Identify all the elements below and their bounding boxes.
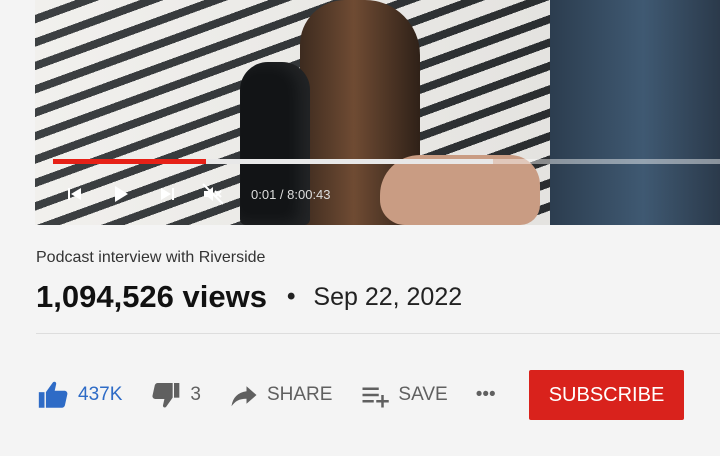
- video-page: 0:01 / 8:00:43 Podcast interview with Ri…: [0, 0, 720, 456]
- like-button[interactable]: 437K: [36, 378, 122, 412]
- next-icon: [161, 188, 174, 200]
- previous-button[interactable]: [63, 182, 87, 206]
- share-label: SHARE: [266, 384, 333, 405]
- play-icon: [115, 186, 128, 202]
- divider: [36, 333, 720, 334]
- share-button[interactable]: SHARE: [229, 380, 332, 410]
- subscribe-label: SUBSCRIBE: [548, 383, 665, 406]
- save-button[interactable]: SAVE: [360, 380, 448, 410]
- video-subject-hand: [380, 155, 540, 225]
- action-bar: 437K 3 SHARE SAVE •••: [36, 371, 524, 419]
- share-icon: [231, 386, 257, 407]
- subscribe-button[interactable]: SUBSCRIBE: [529, 370, 684, 420]
- publish-date: Sep 22, 2022: [313, 282, 463, 311]
- video-subtitle: Podcast interview with Riverside: [36, 249, 266, 266]
- save-icon: [362, 387, 390, 408]
- mute-button[interactable]: [201, 182, 225, 206]
- stats-separator: •: [286, 283, 296, 310]
- next-button[interactable]: [155, 182, 179, 206]
- muted-icon: [202, 183, 224, 205]
- thumbs-down-icon: [152, 383, 180, 408]
- view-count: 1,094,526 views: [36, 279, 267, 314]
- like-count: 437K: [78, 384, 123, 405]
- dislike-count: 3: [190, 384, 201, 405]
- video-frame-right: [550, 0, 720, 225]
- thumbs-up-icon: [38, 381, 68, 408]
- more-button[interactable]: •••: [476, 384, 496, 406]
- time-display: 0:01 / 8:00:43: [251, 186, 331, 202]
- player-controls: 0:01 / 8:00:43: [63, 176, 331, 212]
- video-stats: 1,094,526 views • Sep 22, 2022: [36, 279, 462, 315]
- previous-icon: [68, 188, 81, 200]
- more-icon: •••: [475, 384, 496, 405]
- progress-played[interactable]: [53, 159, 206, 164]
- dislike-button[interactable]: 3: [150, 379, 201, 411]
- save-label: SAVE: [398, 384, 448, 405]
- video-player[interactable]: 0:01 / 8:00:43: [35, 0, 720, 225]
- play-button[interactable]: [109, 182, 133, 206]
